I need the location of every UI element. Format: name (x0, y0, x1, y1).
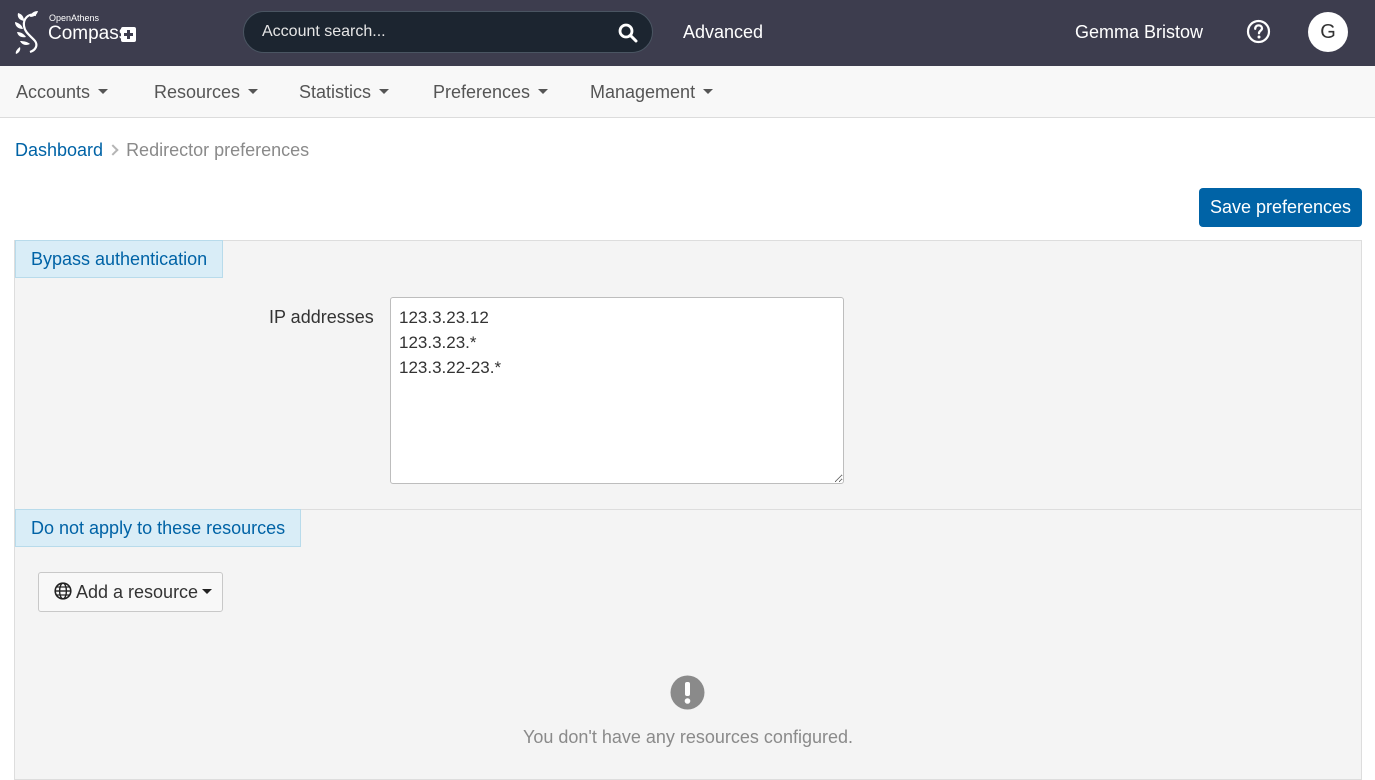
help-icon[interactable] (1246, 19, 1271, 44)
breadcrumb: Dashboard Redirector preferences (15, 140, 309, 161)
chevron-right-icon (107, 144, 119, 156)
globe-icon (54, 582, 72, 600)
plus-icon (121, 27, 136, 42)
ip-addresses-label: IP addresses (269, 307, 374, 327)
ip-addresses-field[interactable]: 123.3.23.12 123.3.23.* 123.3.22-23.* (390, 297, 844, 484)
brand-subtitle: OpenAthens (49, 13, 100, 23)
caret-down-icon (248, 89, 259, 95)
nav-preferences[interactable]: Preferences (433, 82, 549, 103)
nav-label: Resources (154, 82, 241, 102)
account-search (243, 11, 653, 53)
top-bar: OpenAthens Compass Advanced Gemma Bristo… (0, 0, 1375, 66)
nav-accounts[interactable]: Accounts (16, 82, 109, 103)
user-name[interactable]: Gemma Bristow (1075, 22, 1203, 43)
add-resource-label: Add a resource (76, 581, 199, 602)
add-resource-button[interactable]: Add a resource (38, 572, 223, 612)
main-nav: Accounts Resources Statistics Preference… (0, 66, 1375, 118)
caret-down-icon (538, 89, 549, 95)
nav-label: Management (590, 82, 696, 102)
caret-down-icon (379, 89, 390, 95)
bypass-authentication-heading: Bypass authentication (15, 240, 224, 278)
nav-label: Accounts (16, 82, 91, 102)
nav-management[interactable]: Management (590, 82, 714, 103)
nav-resources[interactable]: Resources (154, 82, 259, 103)
advanced-search-link[interactable]: Advanced (683, 22, 763, 43)
caret-down-icon (703, 89, 714, 95)
caret-down-icon (202, 588, 213, 594)
openathens-compass-logo[interactable]: OpenAthens Compass (14, 9, 144, 57)
nav-statistics[interactable]: Statistics (299, 82, 390, 103)
nav-label: Statistics (299, 82, 372, 102)
empty-state-message: You don't have any resources configured. (523, 727, 853, 747)
excluded-resources-heading: Do not apply to these resources (15, 509, 302, 547)
breadcrumb-dashboard-link[interactable]: Dashboard (15, 140, 103, 160)
save-preferences-button[interactable]: Save preferences (1199, 188, 1362, 227)
caret-down-icon (98, 89, 109, 95)
account-search-input[interactable] (262, 12, 612, 52)
avatar[interactable]: G (1308, 12, 1348, 52)
openathens-leaf-icon (15, 11, 38, 54)
exclamation-circle-icon (670, 675, 705, 710)
nav-label: Preferences (433, 82, 531, 102)
preferences-panel: Bypass authentication IP addresses 123.3… (14, 240, 1362, 780)
breadcrumb-current: Redirector preferences (126, 140, 310, 160)
brand-title: Compass (48, 23, 129, 44)
search-icon[interactable] (618, 23, 638, 43)
